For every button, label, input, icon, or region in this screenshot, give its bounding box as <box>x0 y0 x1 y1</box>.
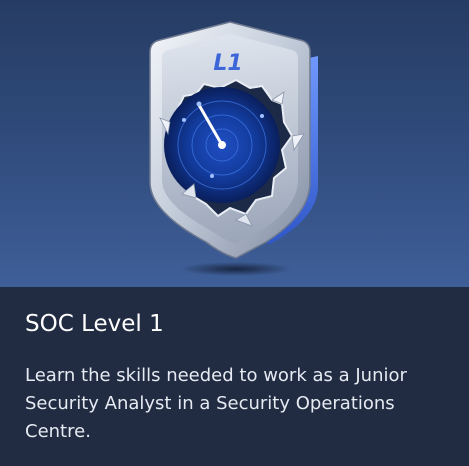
card-body: SOC Level 1 Learn the skills needed to w… <box>0 287 469 466</box>
shield-badge-icon: L1 <box>149 21 318 276</box>
path-card[interactable]: L1 SOC Level 1 Learn the skills needed t… <box>0 0 469 466</box>
card-description: Learn the skills needed to work as a Jun… <box>25 365 407 442</box>
level-label: L1 <box>213 51 242 76</box>
card-title[interactable]: SOC Level 1 <box>25 309 164 339</box>
card-hero-image: L1 <box>0 0 469 287</box>
